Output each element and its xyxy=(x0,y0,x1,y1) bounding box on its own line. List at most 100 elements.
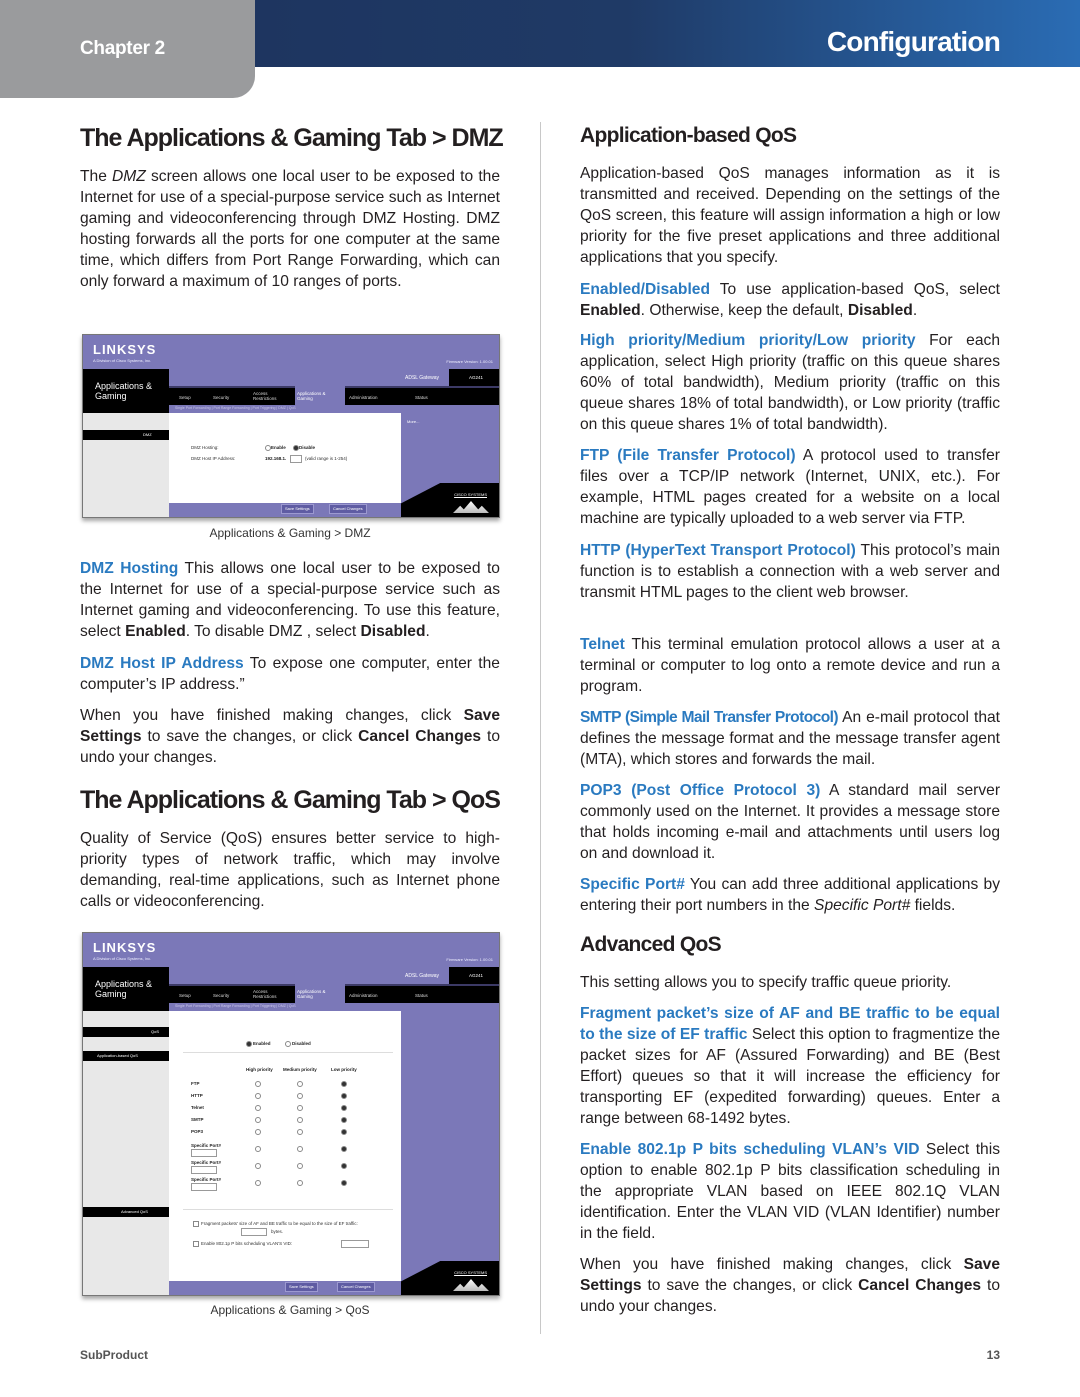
vlan-term: Enable 802.1p P bits scheduling VLAN’s V… xyxy=(580,1141,920,1158)
low-priority-radio[interactable] xyxy=(341,1117,347,1123)
text: When you have finished making changes, c… xyxy=(580,1256,964,1273)
sub-nav-links[interactable]: Single Port Forwarding | Port Range Forw… xyxy=(175,1004,296,1008)
high-priority-radio[interactable] xyxy=(255,1146,261,1152)
text: This terminal emulation protocol allows … xyxy=(580,636,1000,695)
low-priority-radio[interactable] xyxy=(341,1105,347,1111)
bold-text: Enabled xyxy=(125,623,186,640)
qos-row-label: Telnet xyxy=(191,1105,204,1110)
sub-nav-links[interactable]: Single Port Forwarding | Port Range Forw… xyxy=(175,406,296,410)
dmz-caption: Applications & Gaming > DMZ xyxy=(209,526,371,540)
firmware-version: Firmware Version: 1.00.01 xyxy=(446,957,493,962)
dmz-hosting-desc: DMZ Hosting This allows one local user t… xyxy=(80,558,500,642)
screen-left-panel xyxy=(83,413,169,517)
vlan-checkbox[interactable] xyxy=(193,1241,199,1247)
bold-text: Disabled xyxy=(360,623,426,640)
dmz-intro: The DMZ screen allows one local user to … xyxy=(80,166,500,292)
qos-disabled-radio[interactable] xyxy=(285,1041,291,1047)
column-divider xyxy=(540,122,541,1334)
cisco-logo-text: CISCO SYSTEMS xyxy=(454,1270,487,1275)
dmz-ip-input[interactable] xyxy=(290,455,302,463)
nav-access-restrictions[interactable]: Access Restrictions xyxy=(253,391,289,401)
high-priority-radio[interactable] xyxy=(255,1117,261,1123)
specific-port-input[interactable] xyxy=(191,1166,217,1174)
bold-text: Enabled xyxy=(580,302,641,319)
ftp-desc: FTP (File Transfer Protocol) A protocol … xyxy=(580,445,1000,529)
qos-caption: Applications & Gaming > QoS xyxy=(210,1303,370,1317)
low-priority-radio[interactable] xyxy=(341,1180,347,1186)
specific-port-term: Specific Port# xyxy=(580,876,685,893)
telnet-term: Telnet xyxy=(580,636,625,653)
qos-row-label: FTP xyxy=(191,1081,200,1086)
dmz-hosting-label: DMZ Hosting: xyxy=(191,445,219,450)
cancel-changes-button[interactable]: Cancel Changes xyxy=(329,504,367,514)
save-settings-button[interactable]: Save Settings xyxy=(281,504,314,514)
text: . xyxy=(912,302,918,319)
nav-setup[interactable]: Setup xyxy=(179,993,191,998)
divider xyxy=(183,1209,393,1210)
high-priority-radio[interactable] xyxy=(255,1081,261,1087)
qos-enabled-radio[interactable] xyxy=(246,1041,252,1047)
smtp-desc: SMTP (Simple Mail Transfer Protocol) An … xyxy=(580,707,1000,770)
nav-status[interactable]: Status xyxy=(415,993,428,998)
medium-priority-radio[interactable] xyxy=(297,1081,303,1087)
nav-setup[interactable]: Setup xyxy=(179,395,191,400)
medium-priority-radio[interactable] xyxy=(297,1117,303,1123)
firmware-version: Firmware Version: 1.00.01 xyxy=(446,359,493,364)
italic-text: Specific Port# xyxy=(814,897,911,914)
nav-administration[interactable]: Administration xyxy=(349,395,378,400)
medium-priority-radio[interactable] xyxy=(297,1093,303,1099)
high-priority-radio[interactable] xyxy=(255,1093,261,1099)
cancel-changes-button[interactable]: Cancel Changes xyxy=(337,1282,375,1292)
high-priority-radio[interactable] xyxy=(255,1163,261,1169)
high-priority-radio[interactable] xyxy=(255,1129,261,1135)
nav-access-restrictions[interactable]: Access Restrictions xyxy=(253,989,289,999)
col-low-priority: Low priority xyxy=(331,1067,357,1072)
nav-security[interactable]: Security xyxy=(213,993,229,998)
specific-port-input[interactable] xyxy=(191,1149,217,1157)
medium-priority-radio[interactable] xyxy=(297,1163,303,1169)
nav-security[interactable]: Security xyxy=(213,395,229,400)
enabled-term: Enabled/Disabled xyxy=(580,281,710,298)
nav-applications-gaming[interactable]: Applications & Gaming xyxy=(297,391,341,401)
low-priority-radio[interactable] xyxy=(341,1146,347,1152)
medium-priority-radio[interactable] xyxy=(297,1105,303,1111)
medium-priority-radio[interactable] xyxy=(297,1180,303,1186)
nav-status[interactable]: Status xyxy=(415,395,428,400)
nav-administration[interactable]: Administration xyxy=(349,993,378,998)
app-qos-intro: Application-based QoS manages informatio… xyxy=(580,165,1000,266)
nav-applications-gaming[interactable]: Applications & Gaming xyxy=(297,989,341,999)
pop3-term: POP3 (Post Office Protocol 3) xyxy=(580,782,821,799)
footer-product: SubProduct xyxy=(80,1348,148,1362)
linksys-logo: LINKSYS xyxy=(93,940,157,955)
low-priority-radio[interactable] xyxy=(341,1093,347,1099)
bold-text: Disabled xyxy=(847,302,913,319)
low-priority-radio[interactable] xyxy=(341,1163,347,1169)
medium-priority-radio[interactable] xyxy=(297,1129,303,1135)
low-priority-radio[interactable] xyxy=(341,1129,347,1135)
high-priority-radio[interactable] xyxy=(255,1180,261,1186)
fragment-checkbox[interactable] xyxy=(193,1221,199,1227)
specific-port-input[interactable] xyxy=(191,1183,217,1191)
high-priority-radio[interactable] xyxy=(255,1105,261,1111)
screen-side-title: Applications & Gaming xyxy=(95,979,153,999)
fragment-size-input[interactable] xyxy=(241,1228,267,1236)
medium-priority-radio[interactable] xyxy=(297,1146,303,1152)
text: to save the changes, or click xyxy=(141,728,359,745)
http-term: HTTP (HyperText Transport Protocol) xyxy=(580,542,856,559)
help-more-link[interactable]: More... xyxy=(407,419,419,424)
app-qos-heading: Application-based QoS xyxy=(580,124,797,147)
cisco-logo-text: CISCO SYSTEMS xyxy=(454,492,487,497)
linksys-tagline: A Division of Cisco Systems, Inc. xyxy=(93,956,152,961)
bold-text: Cancel Changes xyxy=(858,1277,982,1294)
enabled-desc: Enabled/Disabled To use application-base… xyxy=(580,279,1000,321)
col-medium-priority: Medium priority xyxy=(283,1067,317,1072)
save-settings-button[interactable]: Save Settings xyxy=(285,1282,318,1292)
telnet-desc: Telnet This terminal emulation protocol … xyxy=(580,634,1000,697)
fragment-unit: bytes. xyxy=(271,1229,284,1234)
vlan-vid-input[interactable] xyxy=(341,1240,369,1248)
qos-row-label: Specific Port# xyxy=(191,1177,222,1182)
qos-disabled-label: Disabled xyxy=(292,1041,311,1046)
low-priority-radio[interactable] xyxy=(341,1081,347,1087)
screen-side-title: Applications & Gaming xyxy=(95,381,153,401)
qos-row-label: SMTP xyxy=(191,1117,204,1122)
